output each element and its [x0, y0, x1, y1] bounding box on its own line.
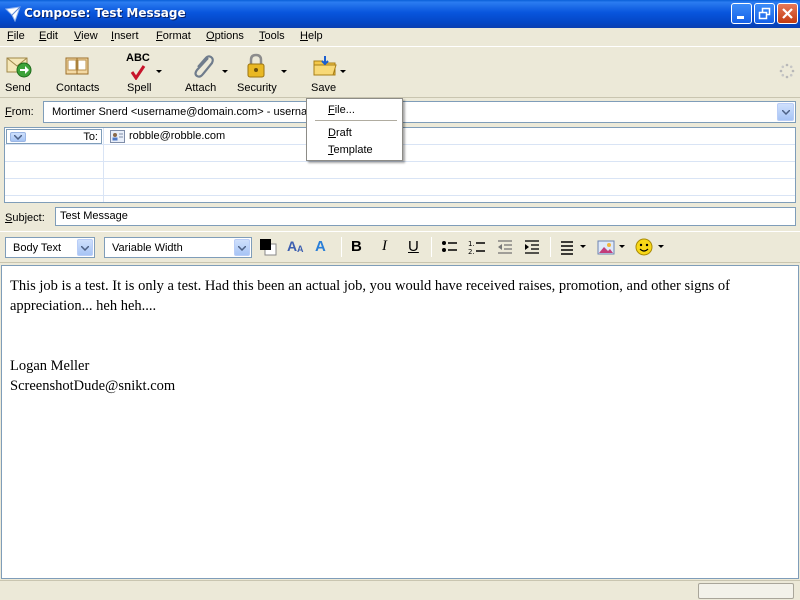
menu-separator	[315, 120, 397, 121]
font-family-select[interactable]: Variable Width	[104, 237, 252, 258]
save-menu-file[interactable]: File...	[328, 104, 355, 116]
recipient-type-select[interactable]: To:	[6, 129, 102, 144]
checkmark-icon	[130, 65, 146, 80]
align-dropdown-arrow[interactable]	[580, 245, 586, 248]
text-color-icon[interactable]	[258, 237, 278, 257]
address-book-icon	[65, 57, 89, 75]
save-dropdown-arrow[interactable]	[340, 70, 346, 73]
numbered-list-icon[interactable]: 1.2.	[467, 237, 487, 257]
italic-button[interactable]: I	[382, 238, 387, 255]
save-menu-template[interactable]: Template	[328, 144, 373, 156]
chevron-down-icon	[14, 135, 22, 140]
activity-throbber-icon	[779, 63, 795, 79]
spell-icon: ABC	[126, 52, 150, 64]
bullet-list-icon[interactable]	[440, 237, 460, 257]
minimize-icon	[737, 16, 744, 19]
restore-icon	[758, 7, 771, 20]
title-bar[interactable]: Compose: Test Message	[0, 0, 800, 28]
larger-font-icon[interactable]: A	[315, 238, 326, 255]
smiley-icon[interactable]	[634, 237, 654, 257]
subject-label: Subject:	[5, 212, 45, 224]
from-label: From:	[5, 106, 34, 118]
menu-format[interactable]: Format	[156, 30, 191, 42]
svg-text:2.: 2.	[468, 248, 475, 256]
smiley-dropdown-arrow[interactable]	[658, 245, 664, 248]
menu-insert[interactable]: Insert	[111, 30, 139, 42]
from-dropdown-button[interactable]	[777, 103, 794, 121]
menu-tools[interactable]: Tools	[259, 30, 285, 42]
spell-dropdown-arrow[interactable]	[156, 70, 162, 73]
from-account-select[interactable]: Mortimer Snerd <username@domain.com> - u…	[43, 101, 796, 123]
chevron-down-icon	[238, 246, 246, 251]
minimize-button[interactable]	[731, 3, 752, 24]
insert-dropdown-arrow[interactable]	[619, 245, 625, 248]
format-toolbar: Body Text Variable Width A A A B I U 1. 2…	[0, 231, 800, 263]
bold-button[interactable]: B	[351, 238, 362, 255]
save-menu-popup: File... Draft Template	[306, 98, 403, 161]
outdent-icon[interactable]	[495, 237, 515, 257]
smaller-font-icon[interactable]: A	[287, 238, 297, 254]
menu-view[interactable]: View	[74, 30, 98, 42]
signature-name: Logan Meller	[10, 358, 90, 374]
security-dropdown-arrow[interactable]	[281, 70, 287, 73]
recipient-row-empty[interactable]	[5, 162, 795, 179]
chevron-down-icon	[782, 110, 790, 115]
menu-help[interactable]: Help	[300, 30, 323, 42]
send-icon	[6, 57, 32, 78]
insert-image-icon[interactable]	[596, 237, 616, 257]
save-menu-draft[interactable]: Draft	[328, 127, 352, 139]
maximize-button[interactable]	[754, 3, 775, 24]
status-bar	[0, 580, 800, 600]
close-icon	[782, 8, 793, 19]
message-body-editor[interactable]: This job is a test. It is only a test. H…	[1, 265, 799, 579]
folder-icon	[313, 56, 337, 76]
paperclip-icon	[194, 55, 214, 78]
align-icon[interactable]	[558, 237, 578, 257]
attach-dropdown-arrow[interactable]	[222, 70, 228, 73]
close-button[interactable]	[777, 3, 798, 24]
signature-email: ScreenshotDude@snikt.com	[10, 378, 176, 394]
menu-bar: File Edit View Insert Format Options Too…	[0, 28, 800, 47]
indent-icon[interactable]	[522, 237, 542, 257]
status-panel	[698, 583, 794, 599]
body-paragraph: This job is a test. It is only a test. H…	[10, 278, 731, 314]
paragraph-style-select[interactable]: Body Text	[5, 237, 95, 258]
menu-edit[interactable]: Edit	[39, 30, 58, 42]
to-address[interactable]: robble@robble.com	[129, 130, 225, 142]
app-icon	[5, 6, 21, 22]
menu-options[interactable]: Options	[206, 30, 244, 42]
subject-input[interactable]: Test Message	[55, 207, 796, 226]
chevron-down-icon	[81, 246, 89, 251]
main-toolbar: Send Contacts ABC Spell Attach Security	[0, 48, 800, 98]
underline-button[interactable]: U	[408, 238, 419, 255]
contact-card-icon	[110, 130, 125, 143]
lock-icon	[247, 53, 265, 78]
svg-text:1.: 1.	[468, 240, 475, 248]
menu-file[interactable]: File	[7, 30, 25, 42]
window-title: Compose: Test Message	[24, 6, 186, 20]
recipient-row-empty[interactable]	[5, 179, 795, 196]
